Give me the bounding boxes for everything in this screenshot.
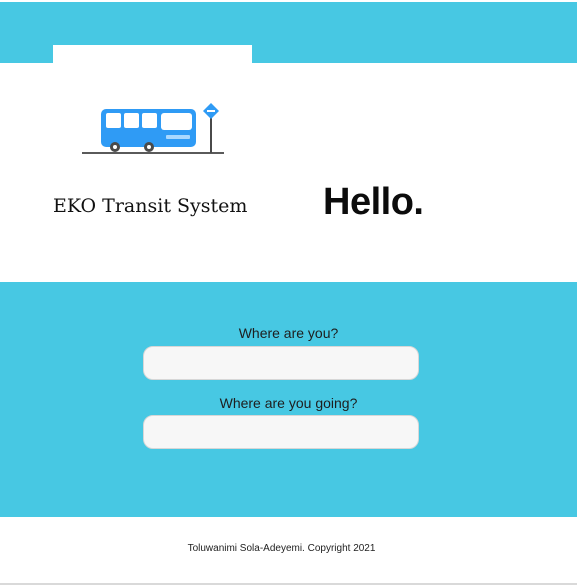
destination-label: Where are you going? — [219, 395, 358, 411]
hero-section — [0, 63, 577, 282]
origin-label: Where are you? — [238, 325, 339, 341]
destination-input[interactable] — [143, 415, 419, 449]
origin-input[interactable] — [143, 346, 419, 380]
brand-name: EKO Transit System — [53, 195, 248, 217]
greeting-heading: Hello. — [323, 181, 424, 223]
bus-stop-icon — [82, 103, 224, 154]
logo-tab — [53, 45, 252, 65]
copyright-text: Toluwanimi Sola-Adeyemi. Copyright 2021 — [187, 543, 376, 554]
